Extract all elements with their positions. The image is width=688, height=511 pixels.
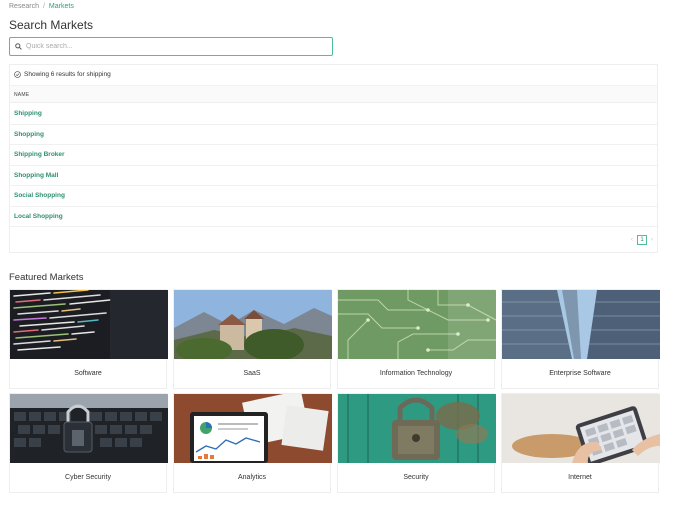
card-image-skyscrapers	[502, 290, 660, 359]
pagination-prev-button[interactable]: ‹	[631, 237, 633, 243]
card-image-dashboard-tablet	[174, 394, 332, 463]
breadcrumb: Research / Markets	[9, 3, 74, 10]
card-label: SaaS	[243, 370, 261, 377]
table-row[interactable]: Shipping Broker	[10, 145, 657, 166]
market-card-internet[interactable]: Internet	[501, 393, 660, 493]
card-label: Analytics	[237, 474, 266, 481]
card-label: Cyber Security	[65, 474, 111, 481]
table-row[interactable]: Social Shopping	[10, 186, 657, 207]
card-label: Internet	[568, 474, 592, 481]
card-image-rusty-padlock	[338, 394, 496, 463]
card-label: Enterprise Software	[549, 370, 611, 377]
card-label: Information Technology	[379, 370, 453, 377]
pagination: ‹ 1 ›	[631, 235, 653, 245]
breadcrumb-separator: /	[42, 3, 45, 10]
results-list: Shipping Shopping Shipping Broker Shoppi…	[10, 104, 657, 227]
table-row[interactable]: Shipping	[10, 104, 657, 125]
market-card-enterprise-software[interactable]: Enterprise Software	[501, 289, 660, 389]
results-status-text: Showing 6 results for shipping	[24, 71, 111, 78]
market-card-software[interactable]: Software	[9, 289, 168, 389]
table-row[interactable]: Shopping	[10, 125, 657, 145]
market-card-security[interactable]: Security	[337, 393, 496, 493]
card-image-tablet-hands	[502, 394, 660, 463]
card-image-castle-mountains	[174, 290, 332, 359]
table-row[interactable]: Shopping Mall	[10, 166, 657, 186]
results-status: Showing 6 results for shipping	[14, 71, 111, 78]
market-card-saas[interactable]: SaaS	[173, 289, 332, 389]
table-row[interactable]: Local Shopping	[10, 207, 657, 227]
search-icon	[15, 43, 22, 50]
card-image-padlock-keyboard	[10, 394, 168, 463]
card-label: Software	[74, 370, 102, 377]
page-title: Search Markets	[9, 18, 94, 32]
card-label: Security	[403, 474, 429, 481]
search-input[interactable]	[26, 43, 316, 50]
card-image-circuit-board	[338, 290, 496, 359]
search-box[interactable]	[9, 37, 333, 56]
column-header-name[interactable]: NAME	[10, 85, 657, 103]
check-circle-icon	[14, 71, 21, 78]
market-card-cyber-security[interactable]: Cyber Security	[9, 393, 168, 493]
pagination-next-button[interactable]: ›	[651, 237, 653, 243]
market-card-analytics[interactable]: Analytics	[173, 393, 332, 493]
breadcrumb-research[interactable]: Research	[9, 3, 39, 10]
market-card-information-technology[interactable]: Information Technology	[337, 289, 496, 389]
breadcrumb-markets[interactable]: Markets	[49, 3, 74, 10]
pagination-page-1[interactable]: 1	[637, 235, 647, 245]
featured-markets-title: Featured Markets	[9, 272, 84, 283]
card-image-code-screen	[10, 290, 168, 359]
results-panel: Showing 6 results for shipping NAME Ship…	[9, 64, 658, 253]
